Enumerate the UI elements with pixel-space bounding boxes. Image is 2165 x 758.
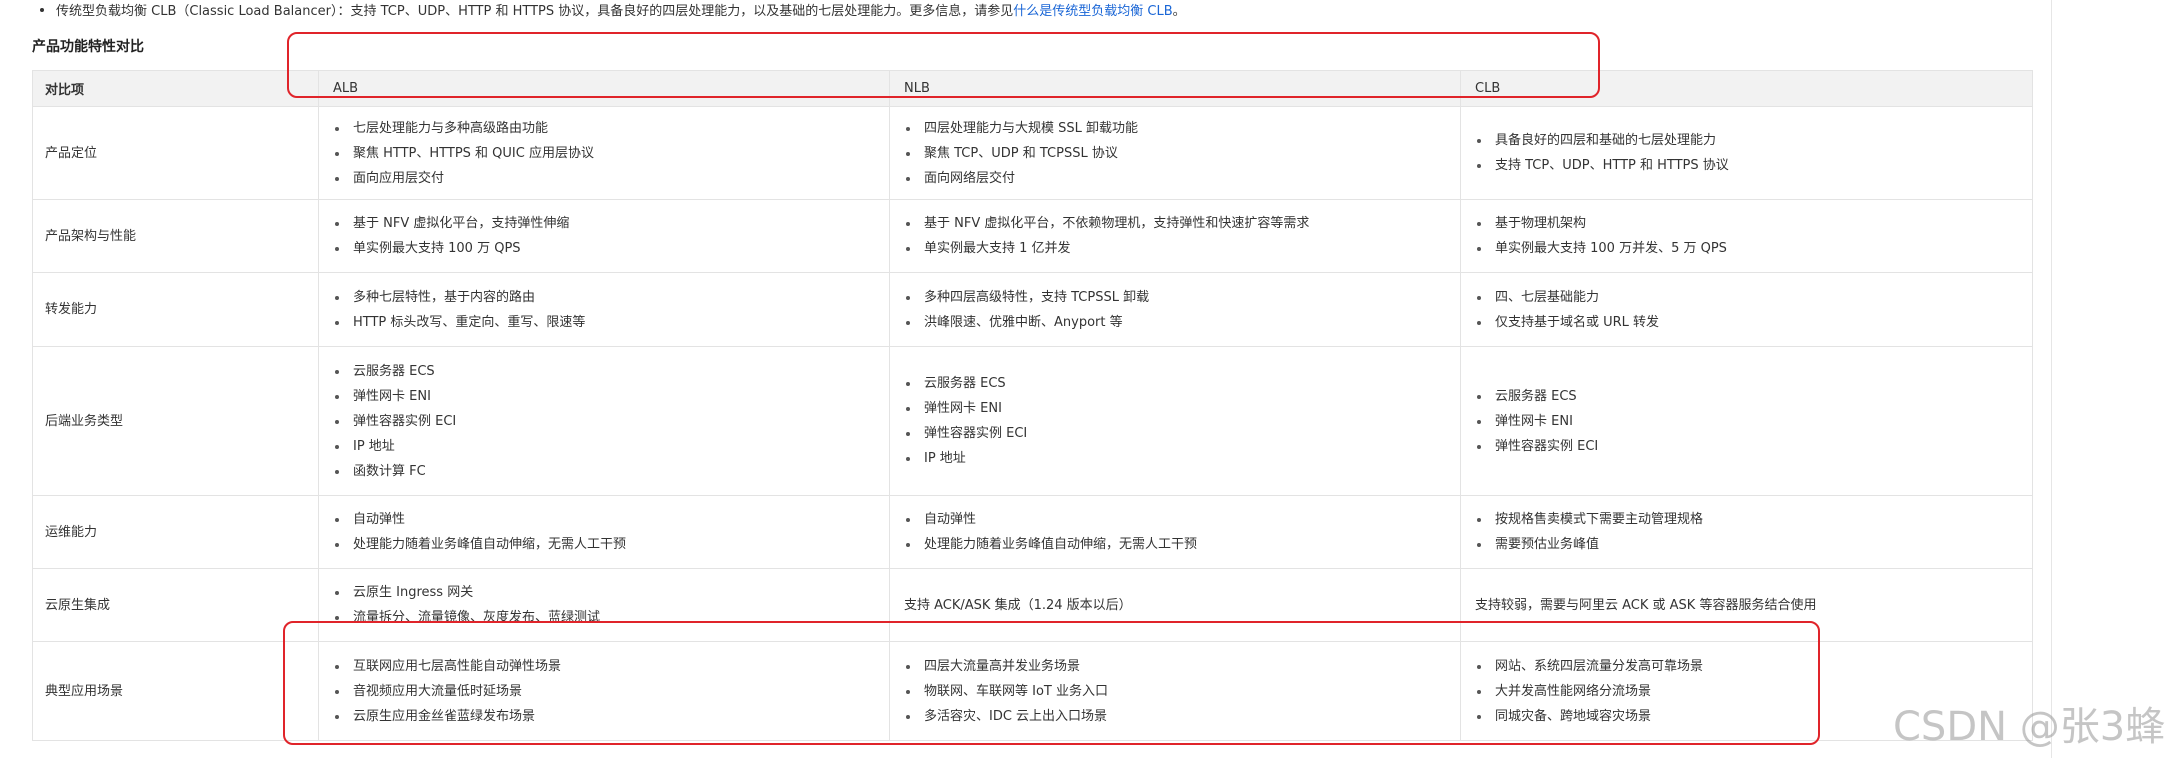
- table-row: 云原生集成 云原生 Ingress 网关 流量拆分、流量镜像、灰度发布、蓝绿测试…: [32, 568, 2033, 642]
- nlb-cell: 云服务器 ECS 弹性网卡 ENI 弹性容器实例 ECI IP 地址: [889, 346, 1461, 496]
- list-item: 弹性容器实例 ECI: [904, 421, 1446, 446]
- alb-cell: 自动弹性 处理能力随着业务峰值自动伸缩，无需人工干预: [318, 495, 890, 569]
- list-item: 多种七层特性，基于内容的路由: [333, 285, 875, 310]
- row-label: 转发能力: [32, 272, 319, 347]
- list-item: 弹性网卡 ENI: [904, 396, 1446, 421]
- list-item: 音视频应用大流量低时延场景: [333, 679, 875, 704]
- list-item: 四层处理能力与大规模 SSL 卸载功能: [904, 116, 1446, 141]
- list-item: 多种四层高级特性，支持 TCPSSL 卸载: [904, 285, 1446, 310]
- row-label: 产品架构与性能: [32, 199, 319, 273]
- list-item: IP 地址: [904, 446, 1446, 471]
- list-item: 弹性容器实例 ECI: [1475, 434, 2018, 459]
- list-item: 四、七层基础能力: [1475, 285, 2018, 310]
- clb-doc-link[interactable]: 什么是传统型负载均衡 CLB: [1013, 0, 1172, 19]
- nlb-cell: 四层大流量高并发业务场景 物联网、车联网等 IoT 业务入口 多活容灾、IDC …: [889, 641, 1461, 741]
- list-item: 弹性网卡 ENI: [1475, 409, 2018, 434]
- watermark: CSDN @张3蜂: [1893, 704, 2165, 750]
- list-item: 单实例最大支持 100 万并发、5 万 QPS: [1475, 236, 2018, 261]
- list-item: 互联网应用七层高性能自动弹性场景: [333, 654, 875, 679]
- clb-cell: 按规格售卖模式下需要主动管理规格 需要预估业务峰值: [1460, 495, 2033, 569]
- list-item: 基于物理机架构: [1475, 211, 2018, 236]
- list-item: 面向网络层交付: [904, 166, 1446, 191]
- list-item: 洪峰限速、优雅中断、Anyport 等: [904, 310, 1446, 335]
- alb-cell: 互联网应用七层高性能自动弹性场景 音视频应用大流量低时延场景 云原生应用金丝雀蓝…: [318, 641, 890, 741]
- list-item: 自动弹性: [904, 507, 1446, 532]
- bullet-icon: [40, 8, 44, 12]
- row-label: 运维能力: [32, 495, 319, 569]
- list-item: 云服务器 ECS: [333, 359, 875, 384]
- list-item: 按规格售卖模式下需要主动管理规格: [1475, 507, 2018, 532]
- list-item: 云服务器 ECS: [904, 371, 1446, 396]
- nlb-cell: 四层处理能力与大规模 SSL 卸载功能 聚焦 TCP、UDP 和 TCPSSL …: [889, 106, 1461, 200]
- header-clb: CLB: [1460, 70, 2033, 107]
- clb-cell: 基于物理机架构 单实例最大支持 100 万并发、5 万 QPS: [1460, 199, 2033, 273]
- list-item: 基于 NFV 虚拟化平台，不依赖物理机，支持弹性和快速扩容等需求: [904, 211, 1446, 236]
- list-item: 弹性容器实例 ECI: [333, 409, 875, 434]
- row-label: 产品定位: [32, 106, 319, 200]
- section-title: 产品功能特性对比: [32, 39, 144, 55]
- list-item: 支持 TCP、UDP、HTTP 和 HTTPS 协议: [1475, 153, 2018, 178]
- page-divider: [2051, 0, 2052, 758]
- list-item: 单实例最大支持 1 亿并发: [904, 236, 1446, 261]
- alb-cell: 云服务器 ECS 弹性网卡 ENI 弹性容器实例 ECI IP 地址 函数计算 …: [318, 346, 890, 496]
- list-item: IP 地址: [333, 434, 875, 459]
- list-item: 需要预估业务峰值: [1475, 532, 2018, 557]
- nlb-cell: 自动弹性 处理能力随着业务峰值自动伸缩，无需人工干预: [889, 495, 1461, 569]
- row-label: 后端业务类型: [32, 346, 319, 496]
- alb-cell: 七层处理能力与多种高级路由功能 聚焦 HTTP、HTTPS 和 QUIC 应用层…: [318, 106, 890, 200]
- list-item: 弹性网卡 ENI: [333, 384, 875, 409]
- table-row: 典型应用场景 互联网应用七层高性能自动弹性场景 音视频应用大流量低时延场景 云原…: [32, 641, 2033, 741]
- list-item: 四层大流量高并发业务场景: [904, 654, 1446, 679]
- top-note-text: 传统型负载均衡 CLB（Classic Load Balancer）：支持 TC…: [56, 3, 1014, 19]
- list-item: 面向应用层交付: [333, 166, 875, 191]
- list-item: 云服务器 ECS: [1475, 384, 2018, 409]
- top-note: 传统型负载均衡 CLB（Classic Load Balancer）：支持 TC…: [40, 0, 1186, 19]
- row-label: 典型应用场景: [32, 641, 319, 741]
- table-row: 运维能力 自动弹性 处理能力随着业务峰值自动伸缩，无需人工干预 自动弹性 处理能…: [32, 495, 2033, 569]
- header-nlb: NLB: [889, 70, 1461, 107]
- list-item: 具备良好的四层和基础的七层处理能力: [1475, 128, 2018, 153]
- nlb-cell: 支持 ACK/ASK 集成（1.24 版本以后）: [889, 568, 1461, 642]
- list-item: 云原生 Ingress 网关: [333, 580, 875, 605]
- table-row: 后端业务类型 云服务器 ECS 弹性网卡 ENI 弹性容器实例 ECI IP 地…: [32, 346, 2033, 496]
- list-item: 云原生应用金丝雀蓝绿发布场景: [333, 704, 875, 729]
- clb-cell: 四、七层基础能力 仅支持基于域名或 URL 转发: [1460, 272, 2033, 347]
- table-row: 产品定位 七层处理能力与多种高级路由功能 聚焦 HTTP、HTTPS 和 QUI…: [32, 106, 2033, 200]
- alb-cell: 云原生 Ingress 网关 流量拆分、流量镜像、灰度发布、蓝绿测试: [318, 568, 890, 642]
- table-row: 转发能力 多种七层特性，基于内容的路由 HTTP 标头改写、重定向、重写、限速等…: [32, 272, 2033, 347]
- list-item: 处理能力随着业务峰值自动伸缩，无需人工干预: [904, 532, 1446, 557]
- nlb-cell: 多种四层高级特性，支持 TCPSSL 卸载 洪峰限速、优雅中断、Anyport …: [889, 272, 1461, 347]
- list-item: 处理能力随着业务峰值自动伸缩，无需人工干预: [333, 532, 875, 557]
- list-item: 仅支持基于域名或 URL 转发: [1475, 310, 2018, 335]
- list-item: 基于 NFV 虚拟化平台，支持弹性伸缩: [333, 211, 875, 236]
- list-item: 函数计算 FC: [333, 459, 875, 484]
- list-item: 流量拆分、流量镜像、灰度发布、蓝绿测试: [333, 605, 875, 630]
- clb-cell: 云服务器 ECS 弹性网卡 ENI 弹性容器实例 ECI: [1460, 346, 2033, 496]
- list-item: HTTP 标头改写、重定向、重写、限速等: [333, 310, 875, 335]
- table-row: 产品架构与性能 基于 NFV 虚拟化平台，支持弹性伸缩 单实例最大支持 100 …: [32, 199, 2033, 273]
- clb-cell: 支持较弱，需要与阿里云 ACK 或 ASK 等容器服务结合使用: [1460, 568, 2033, 642]
- table-header-row: 对比项 ALB NLB CLB: [32, 70, 2033, 107]
- list-item: 自动弹性: [333, 507, 875, 532]
- list-item: 聚焦 TCP、UDP 和 TCPSSL 协议: [904, 141, 1446, 166]
- header-compare-item: 对比项: [32, 70, 319, 107]
- row-label: 云原生集成: [32, 568, 319, 642]
- list-item: 聚焦 HTTP、HTTPS 和 QUIC 应用层协议: [333, 141, 875, 166]
- list-item: 七层处理能力与多种高级路由功能: [333, 116, 875, 141]
- alb-cell: 基于 NFV 虚拟化平台，支持弹性伸缩 单实例最大支持 100 万 QPS: [318, 199, 890, 273]
- header-alb: ALB: [318, 70, 890, 107]
- list-item: 物联网、车联网等 IoT 业务入口: [904, 679, 1446, 704]
- top-note-suffix: 。: [1172, 3, 1186, 19]
- clb-cell: 具备良好的四层和基础的七层处理能力 支持 TCP、UDP、HTTP 和 HTTP…: [1460, 106, 2033, 200]
- nlb-cell: 基于 NFV 虚拟化平台，不依赖物理机，支持弹性和快速扩容等需求 单实例最大支持…: [889, 199, 1461, 273]
- comparison-table: 对比项 ALB NLB CLB 产品定位 七层处理能力与多种高级路由功能 聚焦 …: [32, 70, 2033, 741]
- alb-cell: 多种七层特性，基于内容的路由 HTTP 标头改写、重定向、重写、限速等: [318, 272, 890, 347]
- list-item: 单实例最大支持 100 万 QPS: [333, 236, 875, 261]
- list-item: 网站、系统四层流量分发高可靠场景: [1475, 654, 2018, 679]
- list-item: 多活容灾、IDC 云上出入口场景: [904, 704, 1446, 729]
